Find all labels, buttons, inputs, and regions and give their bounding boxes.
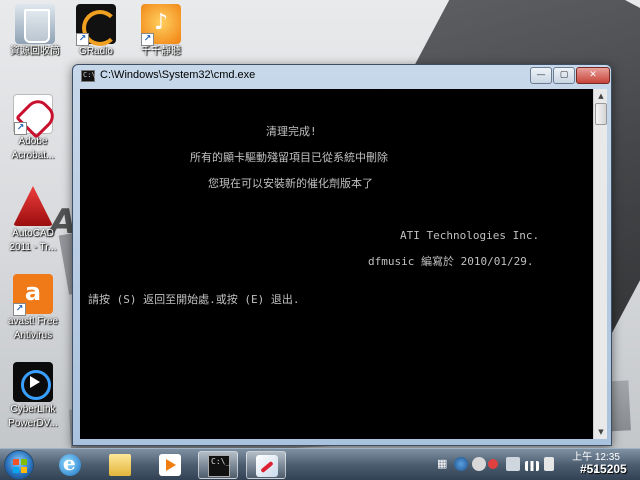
- paint-icon: [256, 455, 278, 477]
- avast-icon: ↗: [13, 274, 53, 316]
- desktop-icon-label: Acrobat...: [11, 150, 55, 161]
- desktop-icon-label: 資源回收筒: [10, 46, 60, 57]
- language-bar-icon[interactable]: ▦: [437, 457, 447, 470]
- network-signal-icon[interactable]: [525, 461, 539, 471]
- scrollbar-thumb[interactable]: [595, 103, 607, 125]
- desktop-icon-gradio[interactable]: ↗ GRadio: [63, 4, 129, 58]
- desktop-icon-autocad[interactable]: AutoCAD 2011 - Tr...: [0, 186, 66, 254]
- desktop-icon-label: Adobe: [18, 136, 48, 147]
- scroll-up-arrow-icon[interactable]: ▲: [595, 90, 607, 102]
- cyberlink-powerdvd-icon: [13, 362, 53, 402]
- desktop-icon-label: PowerDV...: [8, 418, 58, 429]
- cmd-window[interactable]: C:\ C:\Windows\System32\cmd.exe — ▢ ✕ 清理…: [72, 64, 612, 446]
- desktop-icon-recycle-bin[interactable]: 資源回收筒: [2, 4, 68, 58]
- desktop-icon-label: CyberLink: [10, 404, 56, 415]
- taskbar-explorer[interactable]: [100, 451, 140, 479]
- folder-icon: [109, 454, 131, 476]
- console-output[interactable]: 清理完成! 所有的顯卡驅動殘留項目已從系統中刪除 您現在可以安裝新的催化劑版本了…: [80, 89, 593, 439]
- start-button[interactable]: [4, 450, 34, 480]
- cmd-icon: C:\_: [208, 455, 230, 477]
- window-title: C:\Windows\System32\cmd.exe: [100, 69, 256, 81]
- settings-icon[interactable]: [472, 457, 486, 471]
- help-icon[interactable]: [454, 457, 468, 471]
- desktop-icon-label: AutoCAD: [12, 228, 54, 239]
- console-line: 您現在可以安裝新的催化劑版本了: [208, 177, 373, 190]
- close-button[interactable]: ✕: [576, 67, 610, 84]
- volume-icon[interactable]: [544, 457, 554, 471]
- window-titlebar[interactable]: C:\ C:\Windows\System32\cmd.exe — ▢ ✕: [73, 65, 611, 87]
- taskbar: C:\_ ▦ 上午 12:35 2: [0, 448, 640, 480]
- taskbar-paint[interactable]: [246, 451, 286, 479]
- media-player-icon: [159, 454, 181, 476]
- console-line: ATI Technologies Inc.: [400, 229, 540, 242]
- desktop-icon-label: avast! Free: [7, 316, 59, 327]
- minimize-button[interactable]: —: [530, 67, 552, 84]
- desktop-icon-qianqian[interactable]: ↗ 千千靜聽: [128, 4, 194, 58]
- console-scrollbar[interactable]: ▲ ▼: [593, 89, 607, 439]
- desktop-icon-label: Antivirus: [13, 330, 53, 341]
- taskbar-media-player[interactable]: [150, 451, 190, 479]
- image-watermark: #515205: [580, 462, 627, 476]
- desktop-icon-label: 千千靜聽: [141, 46, 181, 57]
- desktop-icon-label: 2011 - Tr...: [9, 242, 57, 253]
- scroll-down-arrow-icon[interactable]: ▼: [595, 426, 607, 438]
- ie-icon: [59, 451, 81, 476]
- desktop-icon-cyberlink[interactable]: CyberLink PowerDV...: [0, 362, 66, 430]
- shortcut-arrow-icon: ↗: [141, 33, 154, 46]
- console-line: 請按 (S) 返回至開始處.或按 (E) 退出.: [88, 293, 300, 306]
- desktop-icon-adobe[interactable]: ↗ Adobe Acrobat...: [0, 94, 66, 162]
- shortcut-arrow-icon: ↗: [13, 303, 26, 316]
- taskbar-cmd[interactable]: C:\_: [198, 451, 238, 479]
- recycle-bin-icon: [15, 4, 55, 44]
- console-line: 所有的顯卡驅動殘留項目已從系統中刪除: [190, 151, 388, 164]
- autocad-icon: [13, 186, 53, 226]
- console-line: dfmusic 編寫於 2010/01/29.: [368, 255, 534, 268]
- desktop-icon-avast[interactable]: ↗ avast! Free Antivirus: [0, 274, 66, 342]
- taskbar-ie[interactable]: [50, 451, 90, 479]
- adobe-acrobat-icon: ↗: [13, 94, 53, 135]
- qianqian-player-icon: ↗: [141, 4, 181, 46]
- shortcut-arrow-icon: ↗: [76, 33, 89, 46]
- notification-icon[interactable]: [488, 459, 498, 469]
- shortcut-arrow-icon: ↗: [14, 122, 27, 135]
- device-icon[interactable]: [506, 457, 520, 471]
- cmd-icon[interactable]: C:\: [81, 70, 96, 82]
- desktop-icon-label: GRadio: [79, 46, 113, 57]
- gradio-icon: ↗: [76, 4, 118, 46]
- maximize-button[interactable]: ▢: [553, 67, 575, 84]
- console-line: 清理完成!: [266, 125, 317, 138]
